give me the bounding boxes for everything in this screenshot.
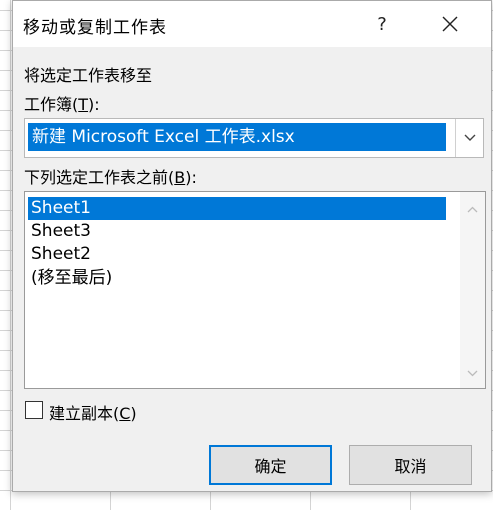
scroll-up-button[interactable]	[460, 198, 485, 220]
workbook-label: 工作簿(T):	[24, 95, 100, 114]
close-icon	[442, 16, 458, 32]
scroll-down-icon	[467, 370, 478, 376]
move-copy-dialog: 移动或复制工作表 ? 将选定工作表移至 工作簿(T): 新建 Microsoft…	[12, 0, 492, 492]
close-button[interactable]	[433, 7, 467, 41]
move-to-label: 将选定工作表移至	[24, 66, 153, 85]
workbook-selected-value: 新建 Microsoft Excel 工作表.xlsx	[28, 123, 446, 151]
workbook-dropdown-toggle[interactable]	[455, 119, 483, 157]
sheet-list[interactable]: Sheet1 Sheet3 Sheet2 (移至最后)	[24, 191, 486, 389]
sheet-list-item-sheet1[interactable]: Sheet1	[28, 197, 446, 220]
sheet-list-item-sheet2[interactable]: Sheet2	[28, 243, 446, 266]
create-copy-label[interactable]: 建立副本(C)	[49, 400, 137, 424]
workbook-dropdown[interactable]: 新建 Microsoft Excel 工作表.xlsx	[24, 118, 484, 158]
before-sheet-label: 下列选定工作表之前(B):	[24, 168, 197, 187]
help-button[interactable]: ?	[365, 7, 399, 41]
dialog-title: 移动或复制工作表	[23, 18, 167, 38]
sheet-list-item-sheet3[interactable]: Sheet3	[28, 220, 446, 243]
sheet-list-scrollbar[interactable]	[460, 192, 485, 388]
title-bar: 移动或复制工作表 ?	[13, 1, 491, 47]
scroll-down-button[interactable]	[460, 362, 485, 384]
scroll-up-icon	[467, 206, 478, 212]
create-copy-checkbox[interactable]	[25, 401, 43, 419]
cancel-button[interactable]: 取消	[349, 445, 472, 485]
sheet-list-item-move-to-end[interactable]: (移至最后)	[28, 267, 446, 290]
ok-button[interactable]: 确定	[209, 445, 332, 485]
chevron-down-icon	[464, 134, 475, 141]
